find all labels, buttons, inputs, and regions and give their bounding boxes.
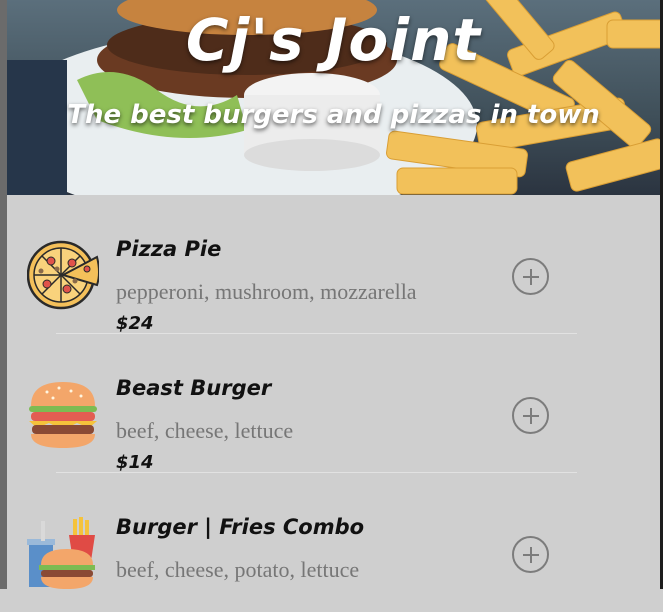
burger-icon <box>29 382 97 448</box>
item-price: $14 <box>116 452 154 473</box>
add-to-cart-button[interactable] <box>512 397 549 434</box>
item-description: beef, cheese, potato, lettuce <box>116 557 360 582</box>
menu-item: Burger | Fries Combo beef, cheese, potat… <box>7 473 660 612</box>
item-name: Pizza Pie <box>116 237 222 261</box>
menu-list: Pizza Pie pepperoni, mushroom, mozzarell… <box>7 195 660 612</box>
restaurant-name: Cj's Joint <box>185 6 482 74</box>
window-frame-left <box>0 0 7 589</box>
item-description: beef, cheese, lettuce <box>116 418 294 443</box>
item-name: Beast Burger <box>116 376 272 400</box>
add-to-cart-button[interactable] <box>512 536 549 573</box>
item-description: pepperoni, mushroom, mozzarella <box>116 279 417 304</box>
pizza-icon <box>27 240 99 310</box>
menu-item: Pizza Pie pepperoni, mushroom, mozzarell… <box>7 195 660 334</box>
combo-meal-icon <box>27 517 95 589</box>
restaurant-tagline: The best burgers and pizzas in town <box>67 100 600 130</box>
item-name: Burger | Fries Combo <box>116 515 365 539</box>
add-to-cart-button[interactable] <box>512 258 549 295</box>
item-price: $24 <box>116 313 154 334</box>
menu-item: Beast Burger beef, cheese, lettuce $14 <box>7 334 660 473</box>
hero-banner: Cj's Joint The best burgers and pizzas i… <box>7 0 660 195</box>
